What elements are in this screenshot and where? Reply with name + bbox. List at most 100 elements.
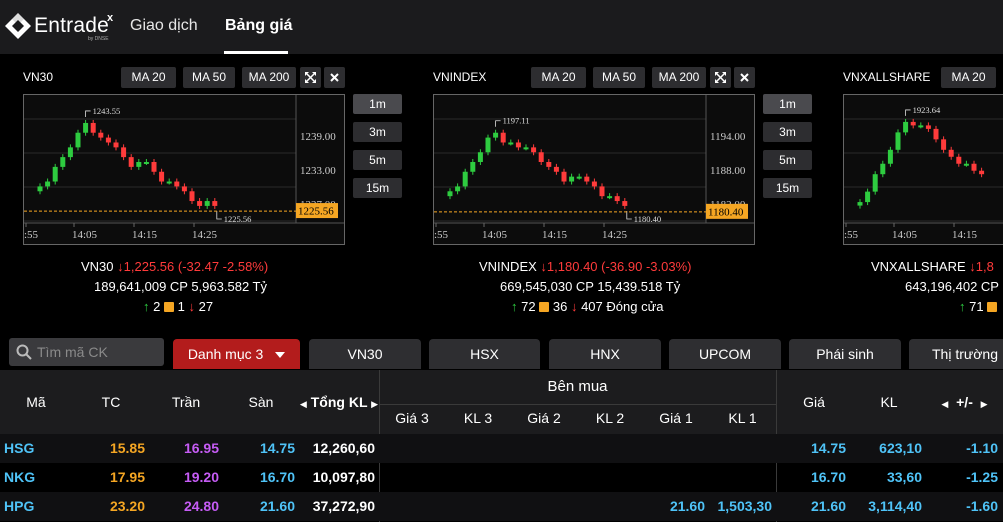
cell-price: 14.75 [810,440,846,456]
candle-body [614,196,620,202]
col-prev-arrow-icon[interactable]: ◀ [300,399,307,409]
col-match-price[interactable]: Giá [776,394,852,410]
table-row[interactable]: HPG 23.20 24.80 21.60 37,272,90 21.60 1,503,30… [0,492,1003,521]
ma200-button[interactable]: MA 200 [242,67,296,88]
index-summary-line: VNINDEX ↓1,180.40 (-36.90 -3.03%) [479,259,691,274]
search-box[interactable] [9,338,164,366]
col-bid-price-1: Giá 1 [659,410,693,426]
x-tick-label: 14:25 [602,229,628,241]
col-total-volume[interactable]: ◀ Tổng KL ▶ [299,394,379,410]
chart-area[interactable]: 1243.551225.561239.001233.001227.001225.… [23,94,345,245]
tab-phai-sinh[interactable]: Phái sinh [789,339,901,369]
advancers-count: 71 [969,299,984,314]
cell-price: 16.70 [810,469,846,485]
col-symbol[interactable]: Mã [0,394,72,410]
x-tick-label: 14:05 [892,229,918,241]
timeframe-15m-button[interactable]: 15m [353,178,402,198]
col-match-volume[interactable]: KL [852,394,926,410]
candle-body [189,191,195,202]
ma20-button[interactable]: MA 20 [531,67,586,88]
expand-icon [715,72,726,83]
timeframe-3m-button[interactable]: 3m [353,122,402,142]
candlestick-chart[interactable]: 1243.551225.561239.001233.001227.001225.… [24,95,344,244]
timeframe-1m-button[interactable]: 1m [353,94,402,114]
candle-body [470,162,476,172]
cell-vol: 33,60 [886,469,922,485]
candle-body [531,147,537,153]
candle-body [895,132,901,150]
x-tick-label: :55 [844,229,859,241]
col-bid-vol-1: KL 1 [728,410,757,426]
tab-danh-muc[interactable]: Danh mục 3 [173,339,300,369]
candle-body [143,162,149,164]
candle-body [561,171,567,182]
expand-button[interactable] [300,67,321,88]
expand-button[interactable] [710,67,731,88]
ma200-button[interactable]: MA 200 [652,67,706,88]
candlestick-chart[interactable]: 1197.111180.401194.001188.001182.001180.… [434,95,754,244]
chart-area[interactable]: 1197.111180.401194.001188.001182.001180.… [433,94,755,245]
search-input[interactable] [37,343,157,361]
up-arrow-icon: ↑ [511,299,518,314]
col-bid-price-3: Giá 3 [395,410,429,426]
y-tick-label: 1188.00 [710,165,746,177]
tab-hnx[interactable]: HNX [549,339,661,369]
candle-body [197,201,203,206]
candle-body [910,121,916,126]
candle-body [83,122,89,133]
nav-bang-gia[interactable]: Bảng giá [225,17,293,35]
high-marker [495,120,501,127]
candle-body [485,137,491,153]
timeframe-5m-button[interactable]: 5m [353,150,402,170]
cell-total: 10,097,80 [312,469,375,485]
ma50-button[interactable]: MA 50 [183,67,235,88]
tab-thi-truong[interactable]: Thị trường [909,339,1003,369]
search-icon [16,344,32,360]
index-change: 1,180.40 (-36.90 -3.03%) [546,259,692,274]
col-ref[interactable]: TC [73,394,149,410]
divider [776,370,777,434]
candle-body [584,176,590,182]
tab-label: Danh mục 3 [187,346,264,362]
candle-body [963,163,969,166]
cell-sym[interactable]: HSG [4,440,64,456]
col-floor[interactable]: Sàn [223,394,299,410]
down-arrow-icon: ↓ [188,299,195,314]
col-ceiling[interactable]: Trần [149,394,223,410]
index-volume: 643,196,402 CP [905,279,999,294]
col-next-arrow-icon[interactable]: ▶ [371,399,378,409]
unchanged-count: 1 [177,299,185,314]
timeframe-1m-button[interactable]: 1m [763,94,812,114]
col-bid-vol-2: KL 2 [595,410,625,426]
chart-area[interactable]: 1923.64:55 14:05 14:15 [843,94,1003,245]
timeframe-15m-button[interactable]: 15m [763,178,812,198]
tab-hsx[interactable]: HSX [429,339,540,369]
candle-body [159,171,165,182]
col-next-arrow-icon[interactable]: ▶ [981,399,988,409]
index-change: 1,8 [975,259,994,274]
close-chart-button[interactable] [324,67,345,88]
cell-sym[interactable]: HPG [4,498,64,514]
cell-price: 21.60 [810,498,846,514]
candle-body [75,132,81,148]
col-change[interactable]: ◀ +/- ▶ [926,394,1003,410]
col-bid-price-2: Giá 2 [527,410,561,426]
index-volume: 669,545,030 CP 15,439.518 Tỷ [500,279,681,294]
cell-sym[interactable]: NKG [4,469,64,485]
table-row[interactable]: HSG 15.85 16.95 14.75 12,260,60 14.75 623,10 -1… [0,434,1003,463]
timeframe-3m-button[interactable]: 3m [763,122,812,142]
candlestick-chart[interactable]: 1923.64:55 14:05 14:15 [844,95,1003,244]
nav-giao-dich[interactable]: Giao dịch [130,17,198,35]
ma20-button[interactable]: MA 20 [121,67,176,88]
tab-vn30[interactable]: VN30 [309,339,421,369]
advancers-count: 2 [153,299,161,314]
ma50-button[interactable]: MA 50 [593,67,645,88]
col-prev-arrow-icon[interactable]: ◀ [941,399,948,409]
x-tick-label: 14:25 [192,229,218,241]
timeframe-5m-button[interactable]: 5m [763,150,812,170]
divider [379,404,776,405]
tab-upcom[interactable]: UPCOM [669,339,781,369]
ma20-button[interactable]: MA 20 [941,67,996,88]
table-row[interactable]: NKG 17.95 19.20 16.70 10,097,80 16.70 33,60 -1.… [0,463,1003,492]
close-chart-button[interactable] [734,67,755,88]
